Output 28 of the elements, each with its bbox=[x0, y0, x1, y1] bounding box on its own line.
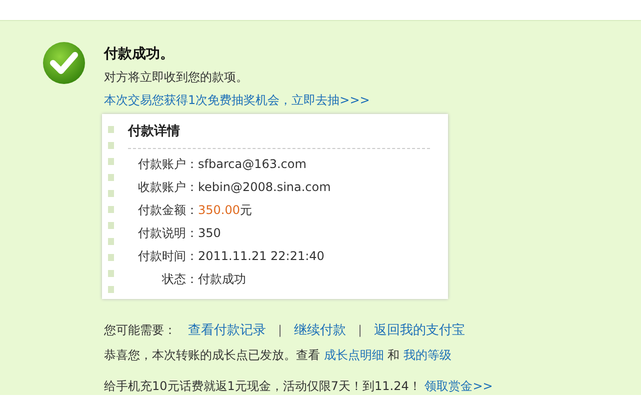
suggestion-link[interactable]: 查看付款记录 bbox=[188, 321, 266, 339]
result-title: 付款成功。 bbox=[104, 45, 175, 63]
detail-value: 350 bbox=[198, 226, 221, 241]
detail-value: 付款成功 bbox=[198, 272, 246, 287]
detail-label: 付款说明： bbox=[137, 226, 198, 241]
link-separator: | bbox=[278, 323, 282, 337]
detail-value: sfbarca@163.com bbox=[198, 157, 306, 172]
link-separator: | bbox=[358, 323, 362, 337]
detail-value: 2011.11.21 22:21:40 bbox=[198, 249, 324, 264]
growth-notice: 恭喜您，本次转账的成长点已发放。查看 成长点明细 和 我的等级 bbox=[104, 347, 452, 364]
level-link[interactable]: 我的等级 bbox=[403, 348, 452, 362]
detail-value: kebin@2008.sina.com bbox=[198, 180, 331, 195]
suggestion-link[interactable]: 返回我的支付宝 bbox=[374, 321, 466, 339]
detail-label: 付款金额： bbox=[137, 203, 198, 218]
lottery-link[interactable]: 本次交易您获得1次免费抽奖机会，立即去抽>>> bbox=[104, 93, 370, 107]
growth-detail-link[interactable]: 成长点明细 bbox=[324, 348, 384, 362]
detail-value: 350.00元 bbox=[198, 203, 252, 218]
detail-label: 付款账户： bbox=[137, 157, 198, 172]
detail-label: 付款时间： bbox=[137, 249, 198, 264]
details-title: 付款详情 bbox=[128, 122, 430, 149]
reward-link[interactable]: 领取赏金>> bbox=[424, 379, 493, 393]
detail-label: 收款账户： bbox=[137, 180, 198, 195]
suggestions-label: 您可能需要： bbox=[104, 322, 176, 338]
detail-label: 状态： bbox=[161, 272, 198, 287]
success-check-icon bbox=[42, 41, 86, 85]
promo-text: 给手机充10元话费就返1元现金，活动仅限7天！到11.24！ bbox=[104, 379, 421, 393]
suggestion-link[interactable]: 继续付款 bbox=[294, 321, 346, 339]
result-subtitle: 对方将立即收到您的款项。 bbox=[104, 69, 249, 86]
